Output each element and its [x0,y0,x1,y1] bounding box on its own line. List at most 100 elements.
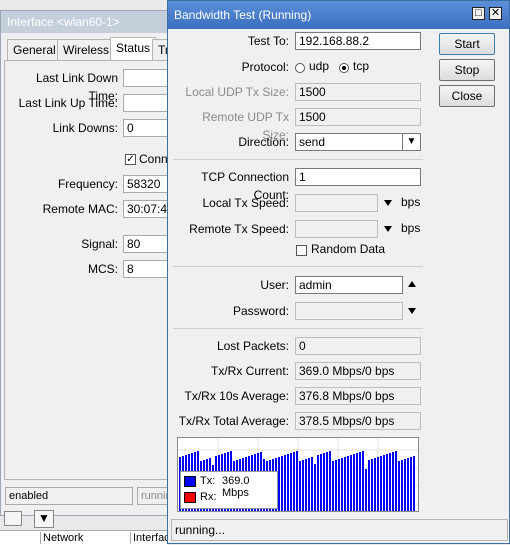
tx-bar [314,464,316,511]
interface-window: Interface <wlan60-1> General Wireless St… [0,10,176,516]
remote-mac-label: Remote MAC: [42,202,118,216]
tx-bar [296,451,298,511]
traffic-graph: Tx: 369.0 Mbps Rx: [177,437,419,512]
lost-packets-label: Lost Packets: [216,339,289,353]
txrx-total-average-label: Tx/Rx Total Average: [178,414,289,428]
tx-bar [362,451,364,511]
tx-bar [353,454,355,511]
tab-general[interactable]: General [7,39,62,60]
tx-bar [359,452,361,511]
tx-bar [389,453,391,511]
tx-bar [395,451,397,511]
local-tx-speed-input[interactable] [295,194,378,212]
random-data-checkbox[interactable] [296,245,307,256]
tx-bar [407,458,409,511]
remote-tx-dropdown-icon[interactable] [384,226,392,232]
stop-button[interactable]: Stop [439,59,495,81]
remote-udp-input[interactable]: 1500 [295,108,421,126]
direction-dropdown-icon[interactable]: ▼ [402,133,421,151]
tx-bar [293,452,295,511]
password-label: Password: [232,304,289,318]
tx-bar [299,461,301,511]
mcs-label: MCS: [88,262,118,276]
tx-bar [371,459,373,511]
tx-bar [398,461,400,511]
user-label: User: [260,278,289,292]
txrx-current-value: 369.0 Mbps/0 bps [295,362,421,380]
txrx-10s-average-label: Tx/Rx 10s Average: [184,389,290,403]
password-input[interactable] [295,302,403,320]
list-icon[interactable] [4,511,22,526]
remote-tx-speed-input[interactable] [295,220,378,238]
tx-bar [305,459,307,511]
tx-bar [404,459,406,511]
tx-bar [290,453,292,511]
test-to-input[interactable]: 192.168.88.2 [295,32,421,50]
tcp-connection-count-input[interactable]: 1 [295,168,421,186]
interface-status-enabled: enabled [5,487,133,505]
direction-select[interactable]: send [295,133,403,151]
local-udp-input[interactable]: 1500 [295,83,421,101]
local-tx-dropdown-icon[interactable] [384,200,392,206]
txrx-10s-average-value: 376.8 Mbps/0 bps [295,387,421,405]
tx-bar [350,455,352,511]
protocol-label: Protocol: [241,60,289,74]
tx-bar [365,469,367,511]
tx-bar [377,457,379,511]
protocol-udp-radio[interactable] [295,63,305,73]
filter-icon[interactable]: ▼ [34,510,54,528]
tx-bar [323,453,325,511]
link-downs-label: Link Downs: [52,121,118,135]
tx-bar [311,457,313,511]
tx-bar [386,454,388,511]
tx-bar [329,451,331,511]
tab-status[interactable]: Status [110,37,157,60]
remote-tx-unit: bps [401,221,421,235]
bandwidth-test-window: Bandwidth Test (Running) □ ✕ Start Stop … [167,0,510,544]
tx-bar [383,455,385,511]
tx-bar [356,453,358,511]
tx-bar [368,460,370,511]
tx-bar [338,459,340,511]
tx-bar [341,458,343,511]
tx-bar [374,458,376,511]
window-title-text: Bandwidth Test (Running) [174,8,312,22]
close-button[interactable]: Close [439,85,495,107]
connected-checkbox[interactable]: ✓ [125,154,136,165]
tx-bar [317,455,319,511]
protocol-udp-label: udp [309,59,330,73]
rx-legend-label: Rx: [200,491,217,503]
start-button[interactable]: Start [439,33,495,55]
separator [173,159,423,160]
status-bar: running... [171,519,508,541]
local-tx-speed-label: Local Tx Speed: [202,196,289,210]
interface-window-title[interactable]: Interface <wlan60-1> [1,11,175,33]
bandwidth-test-title[interactable]: Bandwidth Test (Running) [168,1,509,29]
close-icon[interactable]: ✕ [489,7,502,20]
tx-bar [284,455,286,511]
last-link-up-label: Last Link Up Time: [18,96,118,110]
random-data-label: Random Data [311,242,386,256]
tx-legend-label: Tx: [200,475,216,487]
tx-bar [308,458,310,511]
restore-icon[interactable]: □ [472,7,485,20]
column-network[interactable]: Network [40,532,83,544]
tx-legend-swatch [184,476,196,487]
direction-label: Direction: [238,135,289,149]
txrx-current-label: Tx/Rx Current: [210,364,289,378]
local-tx-unit: bps [401,195,421,209]
password-dropdown-icon[interactable] [408,308,416,314]
frequency-label: Frequency: [57,177,118,191]
tx-bar [392,452,394,511]
tab-wireless[interactable]: Wireless [57,39,116,60]
tx-bar [302,460,304,511]
tx-bar [401,460,403,511]
tx-bar [335,460,337,511]
protocol-tcp-label: tcp [353,59,370,73]
tx-bar [413,456,415,511]
user-collapse-icon[interactable] [408,281,416,287]
lost-packets-value: 0 [295,337,421,355]
protocol-tcp-radio[interactable] [339,63,349,73]
local-udp-label: Local UDP Tx Size: [185,85,289,99]
user-input[interactable]: admin [295,276,403,294]
